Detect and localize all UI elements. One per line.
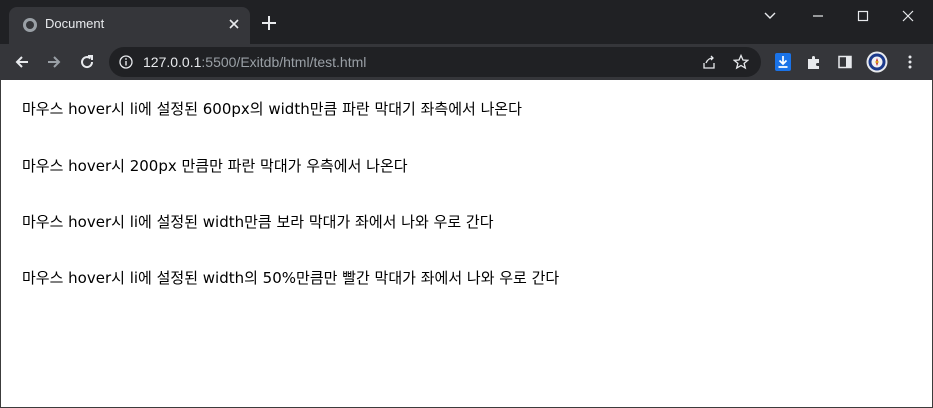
maximize-button[interactable]	[840, 0, 886, 32]
profile-button[interactable]	[865, 50, 889, 74]
back-arrow-icon	[15, 56, 28, 68]
back-button[interactable]	[9, 49, 35, 75]
url-host: 127.0.0.1	[143, 54, 202, 70]
close-window-button[interactable]	[885, 0, 931, 32]
plus-icon	[262, 16, 276, 30]
tab-title: Document	[45, 16, 105, 31]
address-bar[interactable]: 127.0.0.1:5500/Exitdb/html/test.html	[109, 47, 761, 77]
reload-button[interactable]	[74, 49, 100, 75]
url-text[interactable]: 127.0.0.1:5500/Exitdb/html/test.html	[143, 54, 366, 70]
list-item[interactable]: 마우스 hover시 li에 설정된 width의 50%만큼만 빨간 막대가 …	[22, 267, 559, 288]
info-icon[interactable]	[119, 55, 133, 69]
list-item[interactable]: 마우스 hover시 li에 설정된 width만큼 보라 막대가 좌에서 나와…	[22, 211, 494, 232]
forward-button[interactable]	[41, 49, 67, 75]
side-panel-button[interactable]	[833, 50, 857, 74]
star-icon[interactable]	[733, 54, 749, 70]
globe-icon	[23, 18, 37, 32]
kebab-menu-icon	[908, 55, 912, 69]
avatar	[866, 51, 888, 73]
chevron-down-icon	[764, 12, 776, 19]
maximize-icon	[857, 10, 869, 22]
forward-arrow-icon	[48, 56, 61, 68]
puzzle-icon	[808, 56, 819, 69]
side-panel-icon	[838, 55, 852, 69]
list-item[interactable]: 마우스 hover시 200px 만큼만 파란 막대가 우측에서 나온다	[22, 155, 408, 176]
minimize-icon	[813, 15, 823, 17]
browser-menu-button[interactable]	[898, 50, 922, 74]
close-icon	[902, 10, 914, 22]
minimize-button[interactable]	[795, 0, 841, 32]
url-path: :5500/Exitdb/html/test.html	[201, 54, 367, 70]
page-viewport: 마우스 hover시 li에 설정된 600px의 width만큼 파란 막대기…	[0, 80, 933, 408]
share-icon[interactable]	[701, 54, 717, 70]
reload-icon	[81, 55, 94, 69]
tab-search-button[interactable]	[747, 0, 793, 32]
new-tab-button[interactable]	[258, 12, 280, 34]
tab-document[interactable]: Document	[9, 7, 250, 44]
download-extension-button[interactable]	[771, 50, 795, 74]
tab-close-icon[interactable]	[225, 15, 243, 33]
browser-toolbar: 127.0.0.1:5500/Exitdb/html/test.html	[0, 44, 933, 80]
download-icon	[775, 53, 791, 71]
list-item[interactable]: 마우스 hover시 li에 설정된 600px의 width만큼 파란 막대기…	[22, 98, 522, 119]
extensions-button[interactable]	[802, 50, 826, 74]
title-bar: Document	[0, 0, 933, 44]
